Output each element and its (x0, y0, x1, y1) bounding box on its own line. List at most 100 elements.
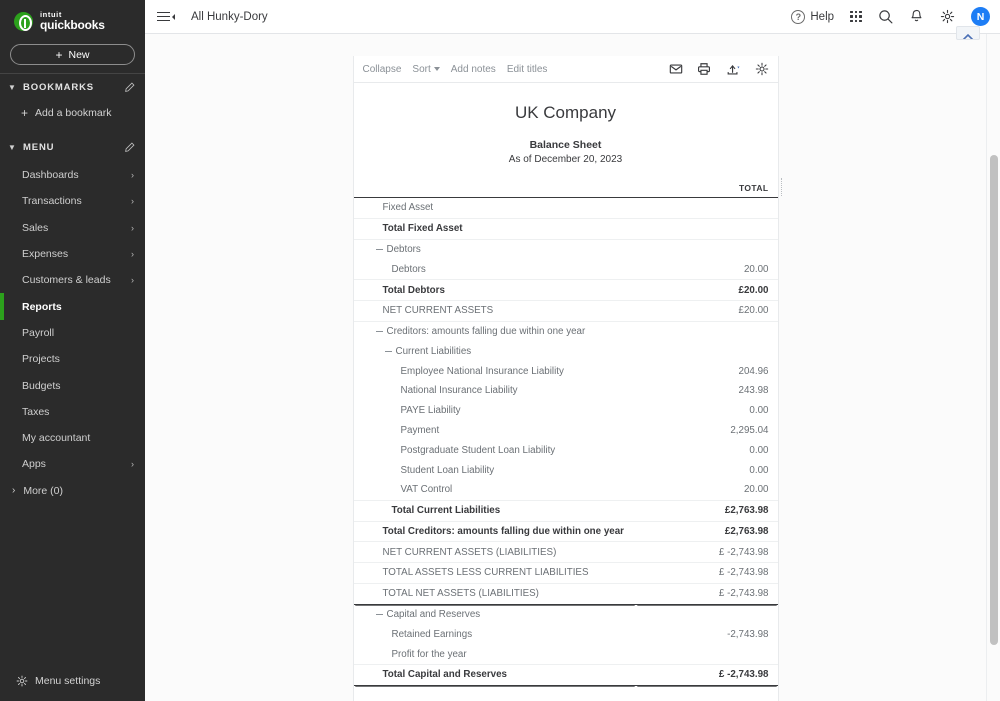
scroll-to-top-button[interactable] (956, 26, 980, 40)
sidebar-item-payroll[interactable]: Payroll (0, 320, 145, 346)
row-value-cell (636, 644, 778, 665)
menu-settings-label: Menu settings (35, 675, 101, 687)
sidebar-item-customers-leads[interactable]: Customers & leads › (0, 267, 145, 293)
row-value-cell[interactable]: £20.00 (636, 279, 778, 301)
collapse-toggle-icon[interactable] (375, 246, 383, 253)
row-value-cell[interactable]: £ -2,743.98 (636, 541, 778, 564)
table-row[interactable]: Fixed Asset (353, 197, 778, 219)
sidebar-item-budgets[interactable]: Budgets (0, 372, 145, 398)
row-value-cell[interactable]: £ -2,743.98 (636, 583, 778, 605)
settings-gear-icon[interactable] (940, 9, 955, 24)
sidebar-item-label: Budgets (22, 379, 61, 392)
table-row[interactable]: NET CURRENT ASSETS (LIABILITIES) £ -2,743… (353, 541, 778, 564)
row-value-cell[interactable]: 204.96 (636, 361, 777, 381)
row-value-cell[interactable]: £ -2,743.98 (636, 562, 778, 584)
table-row[interactable]: Total Capital and Reserves £ -2,743.98 (353, 664, 778, 686)
table-row[interactable]: Retained Earnings -2,743.98 (354, 624, 778, 644)
page-scrollbar-track[interactable] (986, 34, 1000, 701)
sidebar-item-reports[interactable]: Reports (0, 293, 145, 321)
sidebar-item-apps[interactable]: Apps › (0, 451, 145, 477)
table-row[interactable]: PAYE Liability 0.00 (354, 401, 778, 421)
table-row[interactable]: Postgraduate Student Loan Liability 0.00 (354, 440, 778, 460)
search-icon[interactable] (878, 9, 893, 24)
row-value-cell (636, 239, 777, 259)
sidebar-item-transactions[interactable]: Transactions › (0, 188, 145, 214)
row-value-cell[interactable]: 20.00 (636, 479, 778, 501)
table-row[interactable]: NET CURRENT ASSETS £20.00 (353, 300, 778, 322)
collapse-toggle-icon[interactable] (384, 348, 392, 355)
row-value-cell[interactable]: 0.00 (636, 440, 777, 460)
row-value-cell[interactable]: 0.00 (636, 460, 777, 480)
sort-button[interactable]: Sort (412, 64, 440, 75)
table-row[interactable]: Creditors: amounts falling due within on… (354, 321, 778, 341)
sidebar-item-taxes[interactable]: Taxes (0, 399, 145, 425)
row-value-cell[interactable]: £2,763.98 (636, 500, 778, 522)
add-notes-button[interactable]: Add notes (451, 64, 496, 75)
edit-titles-button[interactable]: Edit titles (507, 64, 548, 75)
table-row[interactable]: Current Liabilities (354, 341, 778, 361)
table-row[interactable]: Total Debtors £20.00 (353, 279, 778, 301)
table-row[interactable]: Total Fixed Asset (353, 218, 778, 240)
balance-sheet-body: Fixed Asset Total Fixed Asset Debtors Debto… (353, 197, 778, 686)
table-row[interactable]: National Insurance Liability 243.98 (354, 381, 778, 401)
row-value-cell[interactable]: £2,763.98 (636, 521, 778, 543)
collapse-toggle-icon[interactable] (375, 328, 383, 335)
row-value-cell[interactable]: 243.98 (636, 381, 777, 401)
edit-pencil-icon[interactable] (124, 142, 135, 153)
chevron-right-icon: › (12, 485, 16, 497)
row-value-cell[interactable]: 0.00 (636, 401, 777, 421)
row-value-cell[interactable]: 20.00 (636, 259, 778, 281)
table-row[interactable]: VAT Control 20.00 (353, 479, 778, 501)
table-row[interactable]: Total Current Liabilities £2,763.98 (353, 500, 778, 522)
row-label: TOTAL NET ASSETS (LIABILITIES) (382, 588, 539, 600)
row-label: NET CURRENT ASSETS (382, 305, 494, 317)
sidebar-item-expenses[interactable]: Expenses › (0, 241, 145, 267)
table-row[interactable]: Debtors 20.00 (353, 259, 778, 281)
sidebar-item-sales[interactable]: Sales › (0, 215, 145, 241)
row-value-cell[interactable]: -2,743.98 (636, 624, 777, 644)
table-row[interactable]: Profit for the year (353, 644, 778, 665)
export-icon[interactable] (725, 62, 741, 76)
table-row[interactable]: Student Loan Liability 0.00 (354, 460, 778, 480)
sidebar-collapse-button[interactable] (157, 11, 175, 22)
table-row[interactable]: Payment 2,295.04 (354, 421, 778, 441)
table-row[interactable]: Capital and Reserves (354, 604, 778, 624)
column-resize-handle[interactable] (781, 178, 782, 196)
header-total-cell: TOTAL (636, 179, 778, 198)
table-row[interactable]: TOTAL NET ASSETS (LIABILITIES) £ -2,743.9… (353, 583, 778, 605)
row-label: Student Loan Liability (400, 464, 495, 476)
print-icon[interactable] (697, 62, 711, 76)
menu-section-header[interactable]: ▼ MENU (0, 134, 145, 160)
sidebar-item-my-accountant[interactable]: My accountant (0, 425, 145, 451)
collapse-button[interactable]: Collapse (363, 64, 402, 75)
user-avatar[interactable]: N (971, 7, 990, 26)
sidebar-item-dashboards[interactable]: Dashboards › (0, 162, 145, 188)
add-bookmark-button[interactable]: + Add a bookmark (0, 100, 145, 126)
table-row[interactable]: TOTAL ASSETS LESS CURRENT LIABILITIES £ -… (353, 562, 778, 584)
collapse-toggle-icon[interactable] (375, 611, 383, 618)
new-button[interactable]: + New (10, 44, 135, 65)
chevron-right-icon: › (131, 275, 134, 286)
row-label: Debtors (391, 263, 426, 275)
menu-settings-button[interactable]: Menu settings (0, 661, 145, 701)
page-scrollbar-thumb[interactable] (990, 155, 998, 645)
row-label-cell: PAYE Liability (354, 401, 637, 421)
row-value-cell[interactable]: 2,295.04 (636, 421, 777, 441)
row-value-cell[interactable]: £20.00 (636, 300, 778, 322)
sidebar-item-more[interactable]: › More (0) (0, 478, 145, 504)
sidebar-item-projects[interactable]: Projects (0, 346, 145, 372)
row-label-cell: Total Capital and Reserves (353, 664, 637, 686)
notification-bell-icon[interactable] (909, 9, 924, 24)
bookmarks-section-header[interactable]: ▼ BOOKMARKS (0, 74, 145, 100)
help-button[interactable]: ? Help (791, 9, 834, 24)
table-row[interactable]: Employee National Insurance Liability 204… (354, 361, 778, 381)
sidebar-item-label: Payroll (22, 326, 55, 339)
table-row[interactable]: Debtors (354, 239, 778, 259)
edit-pencil-icon[interactable] (124, 82, 135, 93)
table-row[interactable]: Total Creditors: amounts falling due wit… (353, 521, 778, 543)
row-value-cell[interactable]: £ -2,743.98 (636, 664, 778, 686)
quickbooks-logo[interactable]: intuit quickbooks (0, 4, 145, 38)
apps-grid-icon[interactable] (850, 10, 862, 23)
email-icon[interactable] (669, 62, 683, 76)
report-settings-gear-icon[interactable] (755, 62, 769, 76)
